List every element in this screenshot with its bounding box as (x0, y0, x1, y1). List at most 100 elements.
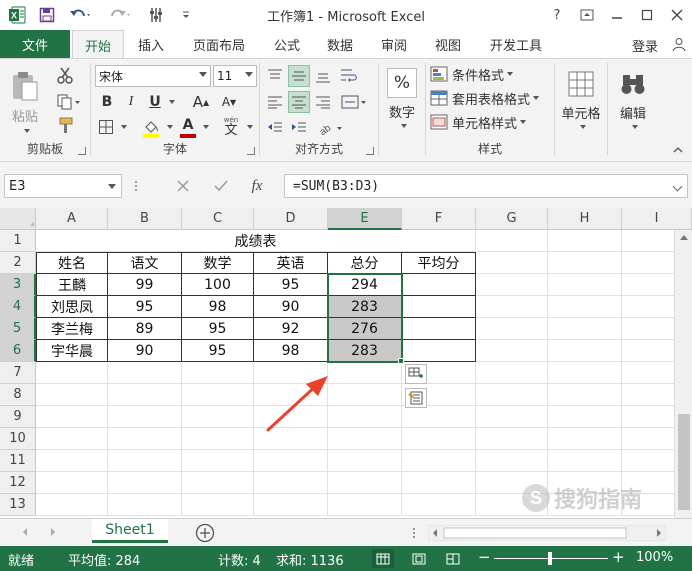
empty-cell[interactable] (182, 406, 254, 428)
empty-cell[interactable] (328, 406, 402, 428)
data-cell[interactable]: 95 (108, 296, 182, 318)
column-header[interactable]: C (182, 208, 254, 230)
alignment-launcher-icon[interactable] (366, 147, 374, 155)
column-header[interactable]: F (402, 208, 476, 230)
empty-cell[interactable] (254, 494, 328, 516)
align-bottom-button[interactable] (312, 65, 334, 87)
empty-cell[interactable] (182, 428, 254, 450)
increase-indent-button[interactable] (288, 117, 310, 139)
empty-cell[interactable] (402, 494, 476, 516)
header-cell-english[interactable]: 英语 (254, 252, 328, 274)
average-cell[interactable] (402, 340, 476, 362)
empty-cell[interactable] (476, 384, 548, 406)
row-header[interactable]: 11 (0, 450, 36, 472)
row-header[interactable]: 10 (0, 428, 36, 450)
empty-cell[interactable] (548, 428, 622, 450)
column-header[interactable]: I (622, 208, 692, 230)
header-cell-name[interactable]: 姓名 (36, 252, 108, 274)
data-cell[interactable]: 92 (254, 318, 328, 340)
empty-cell[interactable] (108, 494, 182, 516)
merge-center-button[interactable] (338, 91, 370, 113)
auto-fill-options-button[interactable] (405, 364, 427, 384)
tab-developer[interactable]: 开发工具 (478, 30, 554, 58)
fill-color-button[interactable] (139, 117, 163, 139)
borders-button[interactable] (95, 117, 117, 137)
empty-cell[interactable] (476, 340, 548, 362)
align-top-button[interactable] (264, 65, 286, 87)
average-cell[interactable] (402, 274, 476, 296)
number-format-button[interactable]: % 数字 (383, 63, 421, 133)
vertical-scrollbar[interactable] (674, 230, 692, 518)
align-center-button[interactable] (288, 91, 310, 113)
empty-cell[interactable] (36, 428, 108, 450)
total-cell[interactable]: 283 (328, 296, 402, 318)
empty-cell[interactable] (476, 296, 548, 318)
row-header[interactable]: 12 (0, 472, 36, 494)
name-box[interactable]: E3 (4, 174, 122, 198)
empty-cell[interactable] (402, 406, 476, 428)
header-cell-average[interactable]: 平均分 (402, 252, 476, 274)
column-header[interactable]: A (36, 208, 108, 230)
data-cell[interactable]: 95 (254, 274, 328, 296)
fill-color-dropdown[interactable] (163, 117, 173, 137)
quick-analysis-button[interactable] (405, 388, 427, 408)
sheet-tab-sheet1[interactable]: Sheet1 (92, 519, 168, 543)
empty-cell[interactable] (548, 406, 622, 428)
collapse-ribbon-button[interactable] (670, 143, 686, 157)
empty-cell[interactable] (36, 384, 108, 406)
average-cell[interactable] (402, 296, 476, 318)
empty-cell[interactable] (182, 450, 254, 472)
empty-cell[interactable] (108, 450, 182, 472)
vertical-scroll-thumb[interactable] (678, 414, 690, 510)
shrink-font-button[interactable]: A ▼ (217, 92, 241, 112)
empty-cell[interactable] (254, 450, 328, 472)
empty-cell[interactable] (182, 384, 254, 406)
underline-dropdown[interactable] (165, 92, 175, 112)
underline-button[interactable]: U (145, 92, 165, 112)
empty-cell[interactable] (328, 494, 402, 516)
horizontal-scrollbar[interactable] (427, 524, 667, 542)
empty-cell[interactable] (328, 472, 402, 494)
empty-cell[interactable] (36, 450, 108, 472)
phonetic-dropdown[interactable] (243, 117, 253, 137)
editing-button[interactable]: 编辑 (612, 63, 654, 135)
phonetic-guide-button[interactable]: wén 文 (219, 115, 243, 139)
font-color-button[interactable]: A (177, 117, 199, 139)
zoom-out-button[interactable]: − (478, 548, 491, 566)
row-header[interactable]: 9 (0, 406, 36, 428)
title-cell[interactable]: 成绩表 (36, 230, 476, 252)
decrease-indent-button[interactable] (264, 117, 286, 139)
empty-cell[interactable] (476, 230, 548, 252)
grow-font-button[interactable]: A ▲ (189, 92, 213, 112)
average-cell[interactable] (402, 318, 476, 340)
tab-data[interactable]: 数据 (316, 30, 364, 58)
splitter-handle-icon[interactable] (410, 525, 418, 541)
zoom-level[interactable]: 100% (636, 550, 673, 565)
data-cell[interactable]: 刘思凤 (36, 296, 108, 318)
header-cell-chinese[interactable]: 语文 (108, 252, 182, 274)
row-header-selected[interactable]: 3 (0, 274, 36, 296)
enter-check-icon[interactable] (206, 174, 236, 198)
font-size-select[interactable]: 11 (213, 65, 257, 87)
format-painter-button[interactable] (52, 115, 78, 137)
data-cell[interactable]: 90 (254, 296, 328, 318)
column-header[interactable]: D (254, 208, 328, 230)
align-left-button[interactable] (264, 91, 286, 113)
tab-view[interactable]: 视图 (424, 30, 472, 58)
data-cell[interactable]: 李兰梅 (36, 318, 108, 340)
empty-cell[interactable] (182, 472, 254, 494)
empty-cell[interactable] (548, 318, 622, 340)
italic-button[interactable]: I (121, 92, 141, 112)
empty-cell[interactable] (548, 450, 622, 472)
data-cell[interactable]: 99 (108, 274, 182, 296)
empty-cell[interactable] (476, 252, 548, 274)
tab-formulas[interactable]: 公式 (264, 30, 310, 58)
ribbon-display-options-button[interactable] (574, 4, 600, 26)
maximize-button[interactable] (634, 4, 660, 26)
empty-cell[interactable] (476, 428, 548, 450)
empty-cell[interactable] (548, 252, 622, 274)
empty-cell[interactable] (108, 428, 182, 450)
tab-file[interactable]: 文件 (0, 30, 70, 58)
data-cell[interactable]: 宇华晨 (36, 340, 108, 362)
column-header-selected[interactable]: E (328, 208, 402, 230)
